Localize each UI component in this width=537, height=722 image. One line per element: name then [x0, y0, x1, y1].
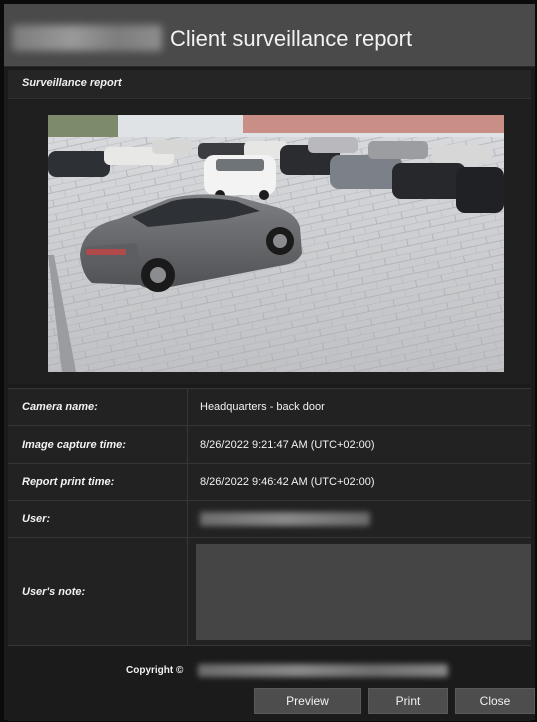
camera-name-row: Camera name: Headquarters - back door	[8, 388, 531, 425]
report-footer: Copyright © Preview Print Close	[8, 645, 535, 721]
report-details-table: Camera name: Headquarters - back door Im…	[8, 388, 531, 646]
camera-snapshot-image	[48, 115, 504, 372]
camera-name-label: Camera name:	[8, 389, 188, 425]
user-note-row: User's note:	[8, 537, 531, 646]
close-button[interactable]: Close	[455, 688, 535, 714]
print-time-label: Report print time:	[8, 464, 188, 500]
redacted-user-name	[200, 512, 370, 526]
capture-time-label: Image capture time:	[8, 426, 188, 463]
camera-name-value: Headquarters - back door	[200, 401, 325, 413]
report-header: Client surveillance report	[4, 4, 535, 67]
user-label: User:	[8, 501, 188, 537]
print-time-value: 8/26/2022 9:46:42 AM (UTC+02:00)	[200, 476, 375, 488]
print-button[interactable]: Print	[368, 688, 448, 714]
user-note-field[interactable]	[196, 544, 531, 640]
print-time-row: Report print time: 8/26/2022 9:46:42 AM …	[8, 463, 531, 500]
redacted-product-name	[12, 25, 162, 51]
section-title: Surveillance report	[22, 77, 122, 89]
redacted-copyright-text	[198, 664, 448, 677]
snapshot-panel	[8, 100, 531, 384]
user-row: User:	[8, 500, 531, 537]
preview-button[interactable]: Preview	[254, 688, 361, 714]
capture-time-row: Image capture time: 8/26/2022 9:21:47 AM…	[8, 425, 531, 463]
section-heading: Surveillance report	[8, 70, 531, 99]
capture-time-value: 8/26/2022 9:21:47 AM (UTC+02:00)	[200, 438, 375, 451]
copyright-label: Copyright ©	[126, 665, 184, 676]
user-value	[188, 501, 531, 537]
report-title: Client surveillance report	[170, 26, 413, 51]
user-note-label: User's note:	[8, 538, 188, 646]
